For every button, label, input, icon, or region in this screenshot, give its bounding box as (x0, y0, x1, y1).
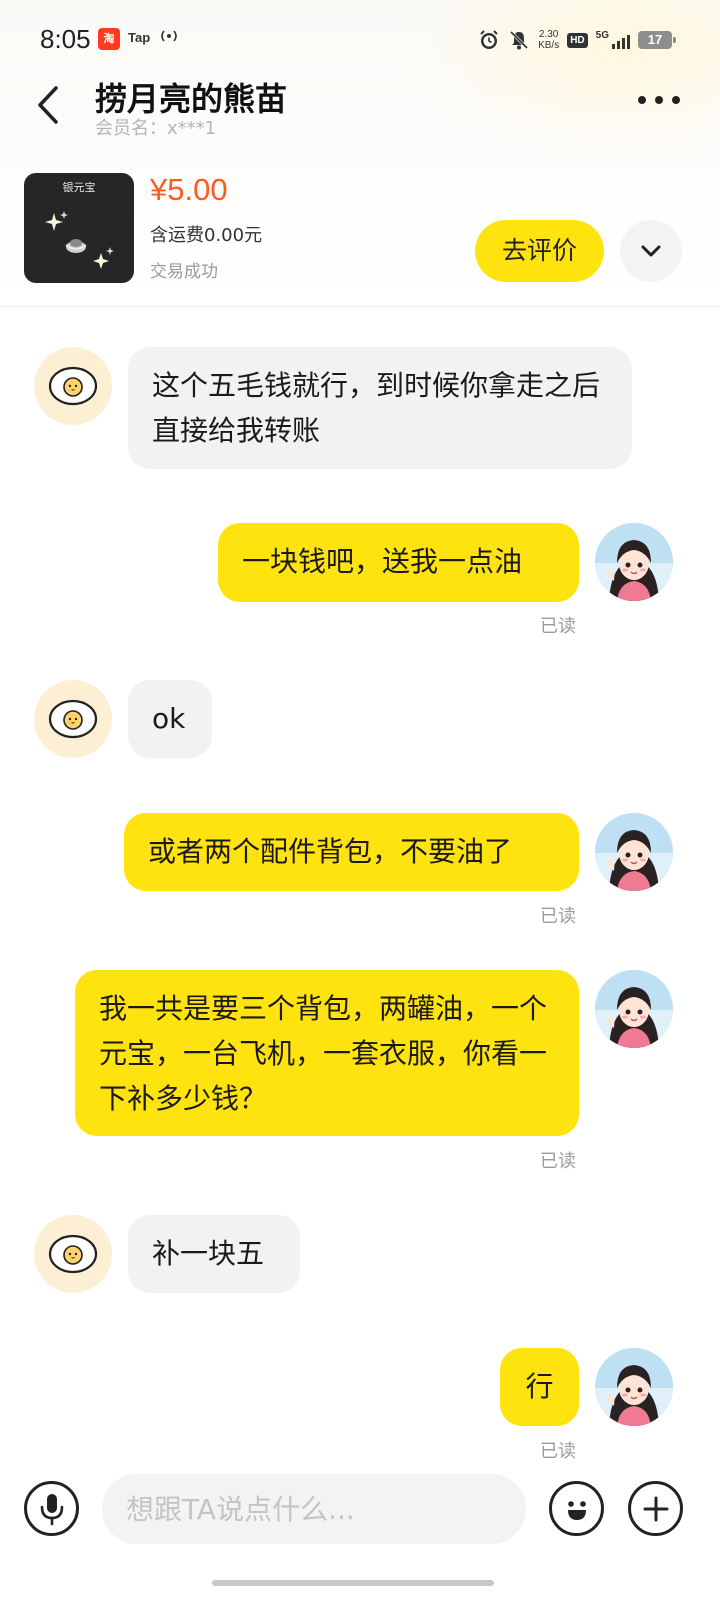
status-indicators: 2.30 KB/s HD 5G 17 (478, 26, 676, 54)
net-speed-unit: KB/s (538, 40, 560, 51)
divider (0, 306, 720, 307)
signal-icon: 5G (595, 30, 630, 49)
mute-icon (508, 29, 530, 51)
battery-icon: 17 (638, 31, 676, 49)
message-input[interactable] (102, 1474, 526, 1544)
message-bubble-self[interactable]: 一块钱吧，送我一点油 (218, 523, 579, 602)
status-time: 8:05 (40, 24, 91, 54)
message-bubble-other[interactable]: 这个五毛钱就行，到时候你拿走之后直接给我转账 (128, 347, 632, 469)
seller-avatar[interactable] (34, 1215, 112, 1293)
member-name: 会员名：x***1 (95, 118, 217, 139)
user-avatar[interactable] (595, 523, 673, 601)
more-options-button[interactable] (638, 96, 680, 104)
status-bar: 8:05 淘 Tap 2.30 KB/s HD 5G 17 (0, 0, 720, 80)
chevron-left-icon (38, 86, 58, 124)
product-thumbnail[interactable]: 银元宝 (24, 173, 134, 283)
net-speed-value: 2.30 (538, 29, 559, 40)
back-button[interactable] (30, 82, 70, 128)
message-bubble-other[interactable]: 补一块五 (128, 1215, 300, 1293)
read-status: 已读 (540, 906, 576, 927)
shipping-fee: 含运费0.00元 (150, 225, 263, 246)
hd-badge: HD (567, 32, 588, 48)
microphone-icon (40, 1493, 63, 1525)
user-avatar[interactable] (595, 813, 673, 891)
message-bubble-self[interactable]: 或者两个配件背包，不要油了 (124, 813, 579, 891)
more-dot-icon (655, 96, 663, 104)
more-dot-icon (638, 96, 646, 104)
read-status: 已读 (540, 1151, 576, 1172)
plus-icon (643, 1496, 668, 1521)
user-avatar[interactable] (595, 1348, 673, 1426)
user-avatar[interactable] (595, 970, 673, 1048)
emoji-button[interactable] (549, 1481, 604, 1536)
expand-button[interactable] (620, 220, 682, 282)
hotspot-icon (158, 28, 180, 48)
egg-face-icon (48, 699, 98, 739)
sparkle-ingot-icon (45, 211, 114, 269)
network-type: 5G (595, 30, 609, 41)
tap-app-icon: Tap (128, 30, 151, 45)
alarm-icon (478, 29, 500, 51)
net-speed: 2.30 KB/s (538, 29, 559, 51)
egg-face-icon (48, 366, 98, 406)
message-bubble-other[interactable]: ok (128, 680, 212, 758)
girl-avatar-icon (595, 1348, 673, 1426)
review-button[interactable]: 去评价 (475, 220, 604, 282)
add-attachment-button[interactable] (628, 1481, 683, 1536)
girl-avatar-icon (595, 813, 673, 891)
trade-status: 交易成功 (150, 262, 218, 282)
more-dot-icon (672, 96, 680, 104)
girl-avatar-icon (595, 523, 673, 601)
chevron-down-icon (641, 245, 661, 257)
egg-face-icon (48, 1234, 98, 1274)
taobao-app-icon: 淘 (98, 28, 120, 50)
girl-avatar-icon (595, 970, 673, 1048)
message-bubble-self[interactable]: 行 (500, 1348, 579, 1426)
battery-level: 17 (647, 32, 663, 47)
read-status: 已读 (540, 616, 576, 637)
message-bubble-self[interactable]: 我一共是要三个背包，两罐油，一个元宝，一台飞机，一套衣服，你看一下补多少钱？ (75, 970, 579, 1136)
smiley-icon (567, 1500, 586, 1520)
product-price: ¥5.00 (150, 172, 228, 207)
seller-avatar[interactable] (34, 347, 112, 425)
home-indicator[interactable] (212, 1580, 494, 1586)
seller-avatar[interactable] (34, 680, 112, 758)
voice-button[interactable] (24, 1481, 79, 1536)
